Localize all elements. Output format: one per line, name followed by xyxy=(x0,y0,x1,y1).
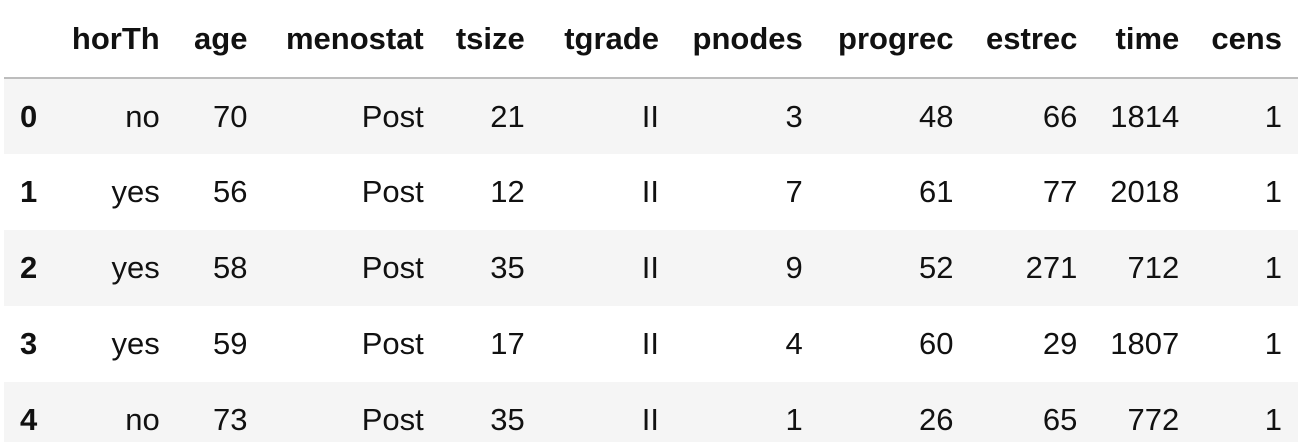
cell-progrec: 48 xyxy=(918,98,954,134)
cell-horTh: no xyxy=(125,402,160,437)
cell-cens: 1 xyxy=(1264,250,1282,285)
table-row: 4 no 73 Post 35 II 1 26 65 772 1 xyxy=(4,382,1298,442)
cell-menostat: Post xyxy=(361,250,424,285)
cell-estrec: 77 xyxy=(1042,174,1078,209)
cell-menostat: Post xyxy=(361,98,424,134)
cell-time: 1807 xyxy=(1110,326,1180,361)
column-header-time: time xyxy=(1093,0,1196,79)
cell-tgrade: II xyxy=(641,250,659,285)
row-index: 3 xyxy=(20,326,38,361)
column-header-menostat: menostat xyxy=(263,0,440,79)
cell-tgrade: II xyxy=(641,98,659,134)
cell-tsize: 35 xyxy=(490,250,525,285)
cell-tgrade: II xyxy=(641,402,659,437)
cell-time: 1814 xyxy=(1110,98,1180,134)
column-header-tsize: tsize xyxy=(439,0,541,79)
cell-age: 56 xyxy=(212,174,248,209)
dataframe-table: horTh age menostat tsize tgrade pnodes p… xyxy=(4,0,1298,442)
cell-progrec: 52 xyxy=(918,250,954,285)
column-header-progrec: progrec xyxy=(818,0,970,79)
cell-age: 73 xyxy=(212,402,248,437)
cell-horTh: yes xyxy=(111,250,160,285)
cell-pnodes: 3 xyxy=(785,98,803,134)
cell-age: 70 xyxy=(212,98,248,134)
cell-progrec: 26 xyxy=(918,402,954,437)
header-row: horTh age menostat tsize tgrade pnodes p… xyxy=(4,0,1298,79)
cell-pnodes: 4 xyxy=(785,326,803,361)
cell-estrec: 271 xyxy=(1025,250,1078,285)
table-body: 0 no 70 Post 21 II 3 48 66 1814 1 1 yes … xyxy=(4,78,1298,442)
cell-pnodes: 1 xyxy=(785,402,803,437)
cell-tsize: 35 xyxy=(490,402,525,437)
cell-menostat: Post xyxy=(361,174,424,209)
cell-pnodes: 9 xyxy=(785,250,803,285)
cell-estrec: 66 xyxy=(1042,98,1078,134)
cell-age: 58 xyxy=(212,250,248,285)
row-index: 1 xyxy=(20,174,38,209)
cell-progrec: 61 xyxy=(918,174,954,209)
cell-time: 772 xyxy=(1127,402,1180,437)
table-header: horTh age menostat tsize tgrade pnodes p… xyxy=(4,0,1298,79)
cell-menostat: Post xyxy=(361,402,424,437)
row-index: 0 xyxy=(20,98,38,134)
cell-tgrade: II xyxy=(641,326,659,361)
cell-cens: 1 xyxy=(1264,402,1282,437)
cell-horTh: yes xyxy=(111,174,160,209)
column-header-tgrade: tgrade xyxy=(540,0,675,79)
cell-tsize: 21 xyxy=(490,98,525,134)
cell-estrec: 29 xyxy=(1042,326,1078,361)
cell-cens: 1 xyxy=(1264,326,1282,361)
table-row: 0 no 70 Post 21 II 3 48 66 1814 1 xyxy=(4,78,1298,154)
column-header-horTh: horTh xyxy=(53,0,176,79)
table-row: 1 yes 56 Post 12 II 7 61 77 2018 1 xyxy=(4,154,1298,230)
cell-time: 712 xyxy=(1127,250,1180,285)
dataframe-view: horTh age menostat tsize tgrade pnodes p… xyxy=(0,0,1298,442)
cell-pnodes: 7 xyxy=(785,174,803,209)
cell-estrec: 65 xyxy=(1042,402,1078,437)
cell-cens: 1 xyxy=(1264,174,1282,209)
cell-tsize: 12 xyxy=(490,174,525,209)
cell-tsize: 17 xyxy=(490,326,525,361)
row-index: 2 xyxy=(20,250,38,285)
table-row: 2 yes 58 Post 35 II 9 52 271 712 1 xyxy=(4,230,1298,306)
cell-tgrade: II xyxy=(641,174,659,209)
row-index: 4 xyxy=(20,402,38,437)
column-header-age: age xyxy=(175,0,264,79)
column-header-estrec: estrec xyxy=(969,0,1094,79)
column-header-pnodes: pnodes xyxy=(674,0,819,79)
cell-horTh: yes xyxy=(111,326,160,361)
cell-cens: 1 xyxy=(1264,98,1282,134)
index-header xyxy=(4,0,54,79)
cell-progrec: 60 xyxy=(918,326,954,361)
cell-age: 59 xyxy=(212,326,248,361)
column-header-cens: cens xyxy=(1195,0,1298,79)
table-row: 3 yes 59 Post 17 II 4 60 29 1807 1 xyxy=(4,306,1298,382)
cell-horTh: no xyxy=(125,98,160,134)
cell-time: 2018 xyxy=(1110,174,1180,209)
cell-menostat: Post xyxy=(361,326,424,361)
